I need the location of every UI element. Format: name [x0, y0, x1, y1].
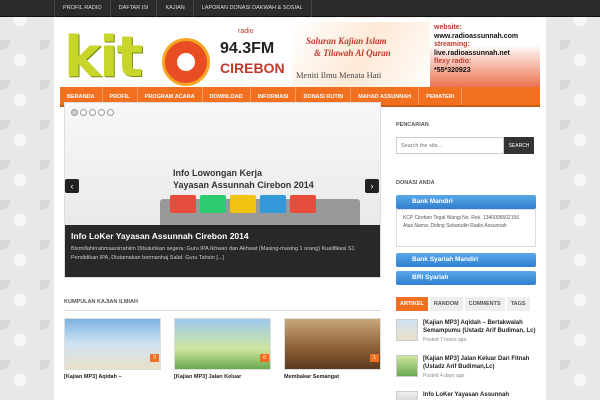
search-form: SEARCH [396, 137, 544, 154]
post-title[interactable]: Info LoKer Yayasan Assunnah [423, 391, 509, 399]
slider-dots [71, 109, 114, 116]
slider-prev-icon[interactable]: ‹ [65, 179, 79, 193]
slider-dot-5[interactable] [107, 109, 114, 116]
search-heading: PENCARIAN [396, 122, 429, 128]
slider-dot-1[interactable] [71, 109, 78, 116]
bri-syariah-toggle[interactable]: BRI Syariah [396, 271, 536, 285]
post-title[interactable]: [Kajian MP3] Aqidah – Bertakwalah Semamp… [423, 319, 544, 335]
recent-post[interactable]: [Kajian MP3] Jalan Keluar Dari Fitnah (U… [396, 355, 544, 383]
flexy-number: *55*320923 [434, 66, 471, 74]
streaming-label: streaming: [434, 41, 470, 48]
cushion-blue [260, 195, 286, 213]
kajian-card[interactable]: 0 [Kajian MP3] Jalan Keluar [174, 318, 271, 382]
card-title[interactable]: [Kajian MP3] Jalan Keluar [174, 374, 271, 380]
card-image-books[interactable] [284, 318, 381, 370]
slide-image-title-2: Yayasan Assunnah Cirebon 2014 [173, 180, 314, 190]
card-title[interactable]: [Kajian MP3] Aqidah – [64, 374, 161, 380]
cushion-red [170, 195, 196, 213]
card-image-mosque[interactable] [64, 318, 161, 370]
logo-city: CIREBON [220, 60, 285, 76]
cushion-red-2 [290, 195, 316, 213]
kajian-card[interactable]: 1 Membakar Semangat [284, 318, 381, 382]
post-thumbnail[interactable] [396, 391, 418, 400]
tab-random[interactable]: RANDOM [429, 297, 463, 311]
post-date: Posted 4 days ago [423, 373, 465, 379]
bank-mandiri-detail: KCP Cirebon Tegal Wangi No. Rek. 1340006… [396, 209, 536, 247]
nav-pemateri[interactable]: PEMATERI [419, 87, 463, 105]
comment-count-badge: 0 [260, 354, 269, 362]
logo-frequency: 94.3FM [220, 40, 275, 57]
slider-next-icon[interactable]: › [365, 179, 379, 193]
comment-count-badge: 1 [370, 354, 379, 362]
topnav-profil-radio[interactable]: PROFIL RADIO [54, 0, 110, 17]
kajian-cards: 0 [Kajian MP3] Aqidah – 0 [Kajian MP3] J… [64, 318, 381, 382]
streaming-url: live.radioassunnah.net [434, 49, 510, 57]
banner-line-1: Saluran Kajian Islam [306, 36, 387, 46]
sidebar: PENCARIAN SEARCH DONASI ANDA Bank Mandir… [396, 122, 544, 400]
post-thumbnail[interactable] [396, 319, 418, 341]
cushion-yellow [230, 195, 256, 213]
search-input[interactable] [396, 137, 504, 154]
website-url: www.radioassunnah.com [434, 32, 519, 40]
tab-artikel[interactable]: ARTIKEL [396, 297, 428, 311]
bank-mandiri-toggle[interactable]: Bank Mandiri [396, 195, 536, 209]
search-button[interactable]: SEARCH [504, 137, 534, 154]
post-thumbnail[interactable] [396, 355, 418, 377]
comment-count-badge: 0 [150, 354, 159, 362]
top-bar: PROFIL RADIO DAFTAR ISI KAJIAN LAPORAN D… [0, 0, 600, 17]
slide-caption-title[interactable]: Info LoKer Yayasan Assunnah Cirebon 2014 [71, 231, 374, 241]
slide-caption-text: Bismillahirrahmaanirrahiim Dibutuhkan se… [71, 246, 355, 261]
slide-caption: Info LoKer Yayasan Assunnah Cirebon 2014… [65, 225, 380, 277]
website-label: website: [434, 24, 463, 31]
flexy-label: flexy radio: [434, 58, 472, 65]
logo-circle-icon [162, 38, 210, 86]
card-title[interactable]: Membakar Semangat [284, 374, 381, 380]
slider-dot-3[interactable] [89, 109, 96, 116]
topnav-kajian[interactable]: KAJIAN [156, 0, 192, 17]
logo-text: kit [64, 25, 143, 90]
topnav-daftar-isi[interactable]: DAFTAR ISI [109, 0, 157, 17]
recent-post[interactable]: [Kajian MP3] Aqidah – Bertakwalah Semamp… [396, 319, 544, 347]
slide-image-title-1: Info Lowongan Kerja [173, 168, 262, 178]
donasi-heading: DONASI ANDA [396, 180, 435, 186]
slider-dot-4[interactable] [98, 109, 105, 116]
bank-syariah-mandiri-toggle[interactable]: Bank Syariah Mandiri [396, 253, 536, 267]
kajian-card[interactable]: 0 [Kajian MP3] Aqidah – [64, 318, 161, 382]
featured-slider[interactable]: Info Lowongan Kerja Yayasan Assunnah Cir… [64, 102, 381, 278]
banner-tagline: Meniti Ilmu Menata Hati [296, 70, 382, 80]
slider-dot-2[interactable] [80, 109, 87, 116]
tab-tags[interactable]: TAGS [506, 297, 530, 311]
tab-comments[interactable]: COMMENTS [464, 297, 505, 311]
cushion-green [200, 195, 226, 213]
kajian-heading: KUMPULAN KAJIAN ILMIAH [64, 299, 381, 311]
post-date: Posted 7 hours ago [423, 337, 467, 343]
sidebar-tabs: ARTIKEL RANDOM COMMENTS TAGS [396, 297, 544, 311]
topnav-laporan-donasi[interactable]: LAPORAN DONASI DAKWAH & SOSIAL [192, 0, 312, 17]
banner-line-2: & Tilawah Al Quran [314, 48, 391, 58]
slide-image[interactable]: Info Lowongan Kerja Yayasan Assunnah Cir… [65, 103, 380, 277]
card-image-field[interactable] [174, 318, 271, 370]
post-title[interactable]: [Kajian MP3] Jalan Keluar Dari Fitnah (U… [423, 355, 544, 371]
recent-post[interactable]: Info LoKer Yayasan Assunnah [396, 391, 544, 400]
logo-radio-label: radio [238, 28, 254, 35]
